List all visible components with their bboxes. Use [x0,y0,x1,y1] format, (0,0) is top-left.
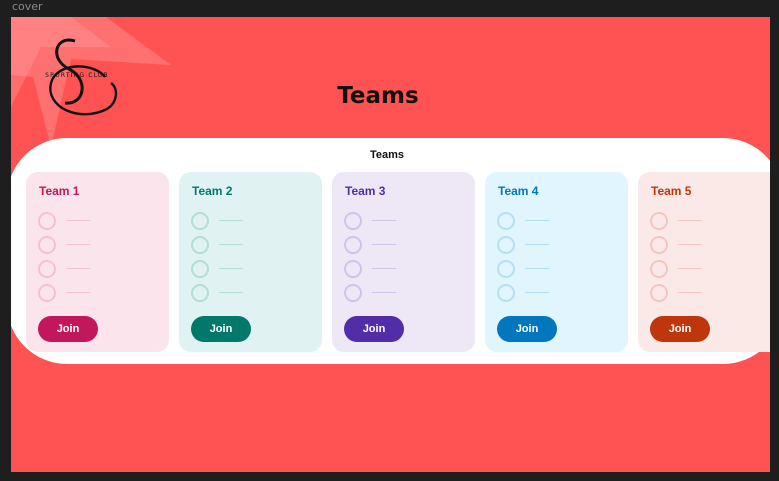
member-slot [38,260,108,280]
avatar-placeholder-icon [497,236,515,254]
name-placeholder-line [525,268,549,269]
avatar-placeholder-icon [344,212,362,230]
team-name: Team 4 [498,184,539,198]
team-card: Team 4 Join [485,172,628,352]
member-slot [191,284,261,304]
svg-text:SPORTING CLUB: SPORTING CLUB [45,72,109,79]
member-slot [497,236,567,256]
name-placeholder-line [66,220,90,221]
cover-frame: SPORTING CLUB Teams Teams Team 1 Join Team… [11,17,770,472]
team-card: Team 1 Join [26,172,169,352]
name-placeholder-line [525,292,549,293]
member-slot [497,284,567,304]
member-slot [344,212,414,232]
avatar-placeholder-icon [191,284,209,302]
member-slot [191,236,261,256]
name-placeholder-line [525,220,549,221]
member-slot [650,212,720,232]
member-slot [191,212,261,232]
join-team-button[interactable]: Join [497,316,557,342]
avatar-placeholder-icon [38,284,56,302]
member-slot [38,236,108,256]
join-team-button[interactable]: Join [191,316,251,342]
name-placeholder-line [678,220,702,221]
team-card: Team 5 Join [638,172,770,352]
avatar-placeholder-icon [191,212,209,230]
avatar-placeholder-icon [497,284,515,302]
name-placeholder-line [678,244,702,245]
teams-panel: Teams Team 1 Join Team 2 Join Team 3 Join Team… [11,138,770,364]
name-placeholder-line [525,244,549,245]
page-title: Teams [337,83,419,109]
panel-title: Teams [369,149,405,161]
join-team-button[interactable]: Join [38,316,98,342]
member-slot [497,260,567,280]
name-placeholder-line [372,268,396,269]
team-card: Team 3 Join [332,172,475,352]
avatar-placeholder-icon [38,260,56,278]
name-placeholder-line [66,244,90,245]
member-slot [191,260,261,280]
avatar-placeholder-icon [650,212,668,230]
join-team-button[interactable]: Join [650,316,710,342]
member-slot [344,236,414,256]
frame-label: cover [12,0,43,13]
avatar-placeholder-icon [38,236,56,254]
name-placeholder-line [66,268,90,269]
name-placeholder-line [372,292,396,293]
team-name: Team 3 [345,184,386,198]
name-placeholder-line [219,220,243,221]
member-slot [650,236,720,256]
name-placeholder-line [678,268,702,269]
avatar-placeholder-icon [344,260,362,278]
avatar-placeholder-icon [191,236,209,254]
team-card: Team 2 Join [179,172,322,352]
member-slot [497,212,567,232]
avatar-placeholder-icon [650,284,668,302]
join-team-button[interactable]: Join [344,316,404,342]
member-slot [344,284,414,304]
name-placeholder-line [372,244,396,245]
name-placeholder-line [219,292,243,293]
avatar-placeholder-icon [497,212,515,230]
sporting-club-logo: SPORTING CLUB [45,38,118,116]
team-name: Team 5 [651,184,692,198]
avatar-placeholder-icon [191,260,209,278]
member-slot [650,260,720,280]
avatar-placeholder-icon [497,260,515,278]
member-slot [344,260,414,280]
avatar-placeholder-icon [38,212,56,230]
name-placeholder-line [219,244,243,245]
avatar-placeholder-icon [344,236,362,254]
avatar-placeholder-icon [650,260,668,278]
name-placeholder-line [678,292,702,293]
avatar-placeholder-icon [650,236,668,254]
team-name: Team 1 [39,184,80,198]
name-placeholder-line [372,220,396,221]
member-slot [38,212,108,232]
name-placeholder-line [219,268,243,269]
team-name: Team 2 [192,184,233,198]
name-placeholder-line [66,292,90,293]
avatar-placeholder-icon [344,284,362,302]
member-slot [38,284,108,304]
member-slot [650,284,720,304]
